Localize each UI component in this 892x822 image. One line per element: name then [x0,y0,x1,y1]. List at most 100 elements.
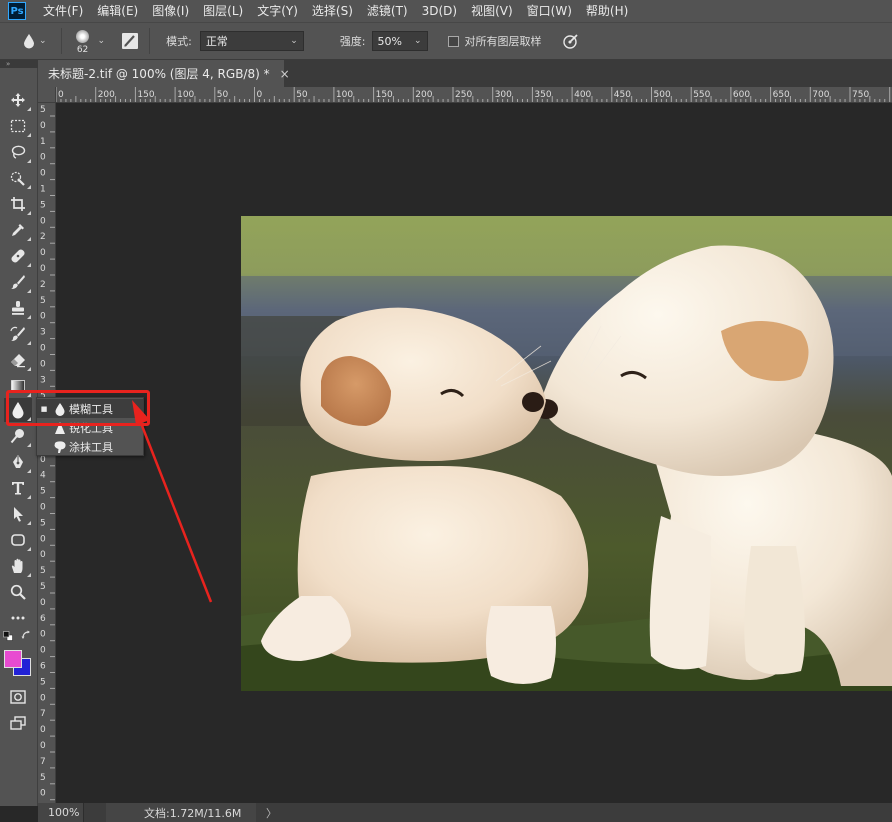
tool-stamp[interactable] [4,296,32,320]
stamp-icon [12,301,24,315]
ruler-label: 750 [852,90,869,100]
document-tab[interactable]: 未标题-2.tif @ 100% (图层 4, RGB/8) * × [38,60,290,87]
document-info[interactable]: 文档:1.72M/11.6M [106,803,256,822]
ruler-label: 5 [40,677,46,687]
panel-collapse-strip[interactable]: » [0,60,40,68]
menu-view[interactable]: 视图(V) [464,0,520,22]
quick-select-icon [10,171,25,186]
ruler-origin[interactable] [38,87,56,103]
quick-mask-icon [10,690,26,704]
ruler-label: 0 [40,598,46,608]
tool-healing[interactable] [4,244,32,268]
tool-move[interactable] [4,88,32,112]
pressure-button[interactable] [562,32,580,50]
tool-quick-select[interactable] [4,166,32,190]
canvas-area[interactable] [56,103,892,803]
swap-colors-icon[interactable] [21,630,32,641]
ruler-label: 5 [40,200,46,210]
menu-edit[interactable]: 编辑(E) [90,0,145,22]
screen-mode-icon [10,716,26,730]
strength-dropdown[interactable]: 50% ⌄ [371,31,428,51]
tool-shape[interactable] [4,528,32,552]
ruler-label: 1 [40,185,46,195]
tool-dodge[interactable] [4,424,32,448]
ruler-label: 5 [40,566,46,576]
menu-help[interactable]: 帮助(H) [579,0,635,22]
default-colors-icon[interactable] [3,631,13,641]
ruler-label: 2 [40,280,46,290]
mode-dropdown[interactable]: 正常 ⌄ [199,31,304,51]
strength-label: 强度: [339,35,366,48]
ruler-label: 5 [40,518,46,528]
ruler-label: 0 [40,503,46,513]
menu-bar: Ps 文件(F) 编辑(E) 图像(I) 图层(L) 文字(Y) 选择(S) 滤… [0,0,892,22]
tool-preset-picker[interactable]: ⌄ [22,33,47,49]
foreground-color-swatch[interactable] [4,650,22,668]
close-icon[interactable]: × [280,67,290,81]
menu-filter[interactable]: 滤镜(T) [360,0,415,22]
ruler-label: 3 [40,375,46,385]
tool-type[interactable] [4,476,32,500]
document-tab-title: 未标题-2.tif @ 100% (图层 4, RGB/8) * [48,67,270,81]
brush-settings-button[interactable] [121,32,139,50]
tool-history-brush[interactable] [4,322,32,346]
pen-icon [13,455,23,468]
eyedropper-icon [12,224,24,236]
tool-zoom[interactable] [4,580,32,604]
hand-icon [11,558,23,573]
menu-3d[interactable]: 3D(D) [415,0,464,22]
tool-brush[interactable] [4,270,32,294]
ruler-label: 0 [40,534,46,544]
ruler-horizontal-ticks: 0 200 150 100 50 0 50 100 150 200 250 300 350 400 450 5… [56,87,892,102]
tool-path-select[interactable] [4,502,32,526]
ruler-label: 400 [574,90,591,100]
ruler-label: 100 [336,90,353,100]
tool-quick-mask[interactable] [4,685,32,709]
ruler-label: 0 [40,630,46,640]
status-menu-arrow[interactable]: 〉 [266,805,277,821]
tool-screen-mode[interactable] [4,711,32,735]
ruler-label: 5 [40,487,46,497]
menu-window[interactable]: 窗口(W) [520,0,579,22]
soft-brush-tip-icon [76,30,90,43]
tool-more[interactable] [4,606,32,630]
ruler-label: 150 [137,90,154,100]
ruler-label: 500 [654,90,671,100]
ruler-label: 0 [40,344,46,354]
menu-file[interactable]: 文件(F) [36,0,90,22]
tool-eraser[interactable] [4,348,32,372]
sample-all-layers-checkbox[interactable] [447,35,459,47]
sample-all-layers-toggle[interactable]: 对所有图层取样 [447,33,542,49]
tool-eyedropper[interactable] [4,218,32,242]
chevron-down-icon: ⌄ [413,36,422,46]
menu-select[interactable]: 选择(S) [305,0,360,22]
menu-type[interactable]: 文字(Y) [250,0,305,22]
ruler-label: 3 [40,328,46,338]
ruler-horizontal[interactable]: 0 200 150 100 50 0 50 100 150 200 250 300 350 400 450 5… [56,87,892,103]
ruler-label: 6 [40,614,46,624]
ruler-label: 0 [40,248,46,258]
more-icon [11,616,25,620]
flyout-item-smudge-tool[interactable]: 涂抹工具 [37,437,143,456]
flyout-item-label: 涂抹工具 [69,440,113,454]
strength-value: 50% [377,34,402,48]
divider [149,28,151,54]
ruler-label: 4 [40,471,46,481]
ruler-label: 0 [40,646,46,656]
eraser-icon [11,354,25,368]
tool-pen[interactable] [4,450,32,474]
tool-crop[interactable] [4,192,32,216]
menu-image[interactable]: 图像(I) [145,0,196,22]
ruler-label: 100 [177,90,194,100]
document-tab-bar: 未标题-2.tif @ 100% (图层 4, RGB/8) * × [38,60,892,87]
zoom-level-field[interactable]: 100% [38,803,84,822]
tool-lasso[interactable] [4,140,32,164]
menu-layer[interactable]: 图层(L) [196,0,250,22]
brush-preset-picker[interactable]: 62 [72,24,94,58]
ruler-label: 0 [257,90,263,100]
ruler-label: 2 [40,232,46,242]
ruler-label: 350 [534,90,551,100]
tool-hand[interactable] [4,554,32,578]
tool-marquee[interactable] [4,114,32,138]
chevron-down-icon[interactable]: ⌄ [98,36,106,46]
